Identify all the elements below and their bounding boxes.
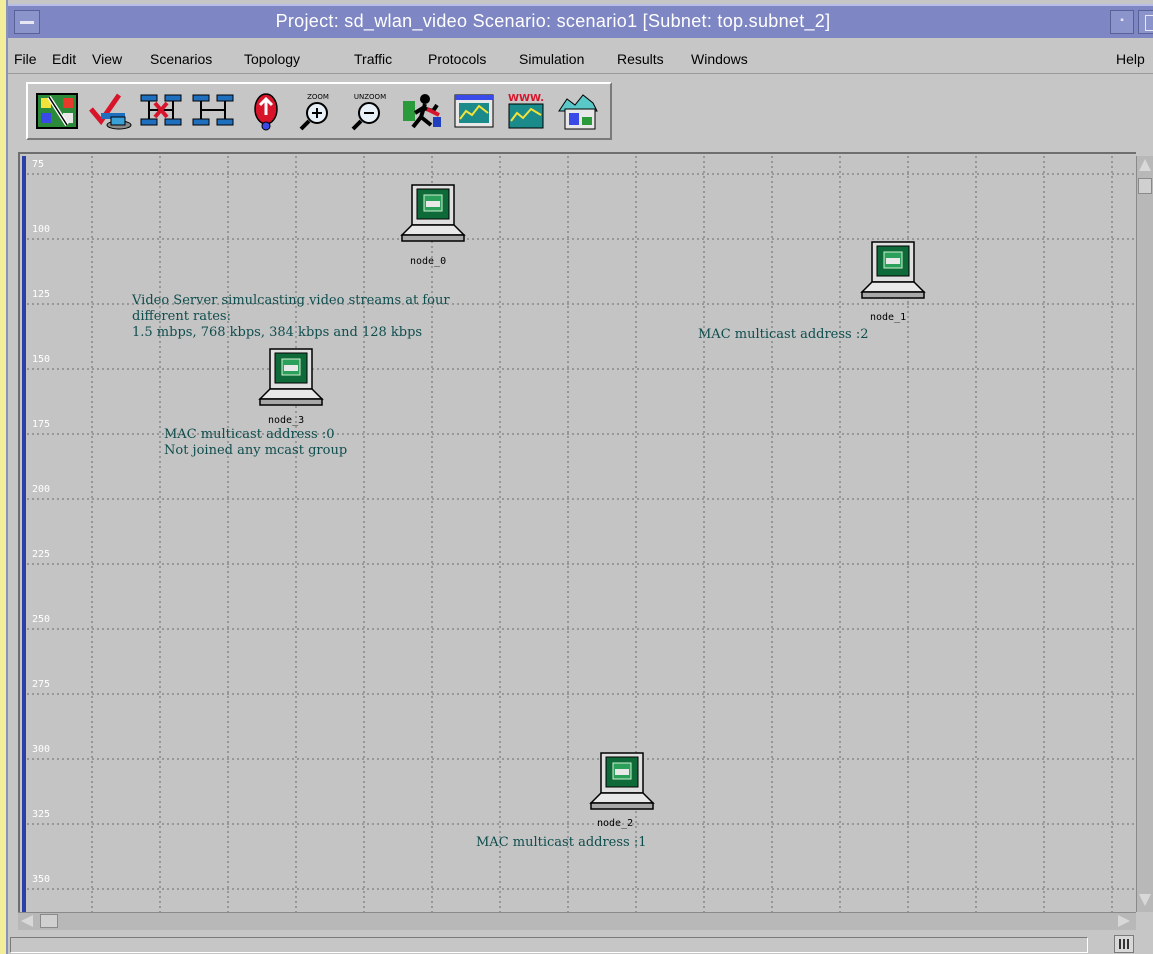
ruler-mark: 350	[32, 874, 51, 885]
unzoom-icon: UNZOOM	[351, 93, 386, 131]
web-report-button[interactable]: WWW.	[501, 91, 551, 131]
node-2[interactable]	[587, 751, 657, 819]
scroll-left-arrow[interactable]	[21, 915, 33, 927]
menu-protocols[interactable]: Protocols	[428, 51, 486, 67]
menu-scenarios[interactable]: Scenarios	[150, 51, 212, 67]
application-window: Project: sd_wlan_video Scenario: scenari…	[0, 0, 1153, 954]
menu-windows[interactable]: Windows	[691, 51, 748, 67]
menu-topology[interactable]: Topology	[244, 51, 300, 67]
ruler-mark: 250	[32, 614, 51, 625]
vertical-scrollbar[interactable]	[1136, 156, 1153, 912]
object-palette-icon	[36, 93, 78, 129]
ruler-mark: 175	[32, 419, 51, 430]
zoom-button[interactable]: ZOOM	[293, 91, 343, 131]
menu-file[interactable]: File	[14, 51, 37, 67]
view-animation-button[interactable]	[553, 91, 603, 131]
workstation-icon	[258, 348, 324, 406]
run-simulation-icon	[403, 94, 441, 129]
svg-text:WWW.: WWW.	[508, 93, 544, 104]
status-message	[10, 937, 1088, 953]
animation-icon	[558, 94, 598, 130]
workstation-icon	[589, 752, 655, 810]
node-2-mac-annotation[interactable]: MAC multicast address :1	[476, 835, 647, 851]
scroll-down-arrow[interactable]	[1139, 894, 1151, 906]
ruler-mark: 150	[32, 354, 51, 365]
workstation-icon	[860, 241, 926, 299]
view-results-icon	[454, 94, 494, 128]
ruler-mark: 200	[32, 484, 51, 495]
fail-link-button[interactable]	[137, 91, 187, 131]
recover-link-button[interactable]	[189, 91, 239, 131]
web-report-icon: WWW.	[508, 93, 544, 129]
minimize-button[interactable]: ▪	[1110, 10, 1134, 34]
node-label: node_1	[870, 312, 907, 323]
menu-view[interactable]: View	[92, 51, 122, 67]
window-title: Project: sd_wlan_video Scenario: scenari…	[275, 11, 831, 31]
horizontal-scroll-thumb[interactable]	[40, 914, 58, 928]
svg-text:UNZOOM: UNZOOM	[354, 93, 386, 101]
ruler-mark: 100	[32, 224, 51, 235]
run-simulation-button[interactable]	[397, 91, 447, 131]
menu-help[interactable]: Help	[1116, 51, 1145, 67]
zoom-icon: ZOOM	[299, 93, 329, 131]
node-1[interactable]	[858, 240, 928, 308]
workspace-frame: 75 100 125 150 175 200 225 250 275 300 3…	[18, 152, 1136, 928]
maximize-button[interactable]	[1138, 10, 1153, 34]
go-to-parent-subnet-button[interactable]	[241, 91, 291, 131]
ruler-mark: 125	[32, 289, 51, 300]
ruler-mark: 300	[32, 744, 51, 755]
recover-link-icon	[192, 94, 234, 126]
toolbar: ZOOM UNZOOM WWW.	[26, 82, 612, 140]
menu-simulation[interactable]: Simulation	[519, 51, 584, 67]
menu-bar: File Edit View Scenarios Topology Traffi…	[8, 44, 1153, 74]
grid-lines	[22, 156, 1136, 928]
toolbar-row: ZOOM UNZOOM WWW.	[8, 76, 1153, 148]
node-label: node_0	[410, 256, 447, 267]
check-links-button[interactable]	[85, 91, 135, 131]
node-1-mac-annotation[interactable]: MAC multicast address :2	[698, 327, 869, 343]
menu-results[interactable]: Results	[617, 51, 664, 67]
view-results-button[interactable]	[449, 91, 499, 131]
scroll-up-arrow[interactable]	[1139, 159, 1151, 171]
menu-traffic[interactable]: Traffic	[354, 51, 392, 67]
ruler-mark: 275	[32, 679, 51, 690]
menu-edit[interactable]: Edit	[52, 51, 76, 67]
ruler-mark: 325	[32, 809, 51, 820]
node-0[interactable]	[398, 183, 468, 251]
status-bar	[8, 934, 1153, 954]
node-3[interactable]	[256, 347, 326, 415]
video-server-annotation[interactable]: Video Server simulcasting video streams …	[132, 293, 450, 341]
open-object-palette-button[interactable]	[33, 91, 83, 131]
horizontal-scrollbar[interactable]	[18, 912, 1136, 930]
unzoom-button[interactable]: UNZOOM	[345, 91, 395, 131]
ruler-mark: 75	[32, 159, 45, 170]
scroll-right-arrow[interactable]	[1118, 915, 1130, 927]
fail-link-icon	[140, 94, 182, 126]
network-workspace[interactable]: 75 100 125 150 175 200 225 250 275 300 3…	[22, 156, 1136, 928]
node-3-mac-annotation[interactable]: MAC multicast address :0 Not joined any …	[164, 427, 347, 459]
node-label: node_3	[268, 415, 305, 426]
title-bar[interactable]: Project: sd_wlan_video Scenario: scenari…	[8, 4, 1153, 38]
message-log-icon[interactable]	[1114, 935, 1134, 953]
return-to-parent-icon	[254, 93, 278, 131]
workstation-icon	[400, 184, 466, 242]
vertical-scroll-thumb[interactable]	[1138, 178, 1152, 194]
check-links-icon	[89, 93, 132, 130]
ruler-mark: 225	[32, 549, 51, 560]
ruler-bar	[22, 156, 26, 928]
node-label: node_2	[597, 818, 634, 829]
svg-text:ZOOM: ZOOM	[307, 93, 329, 101]
